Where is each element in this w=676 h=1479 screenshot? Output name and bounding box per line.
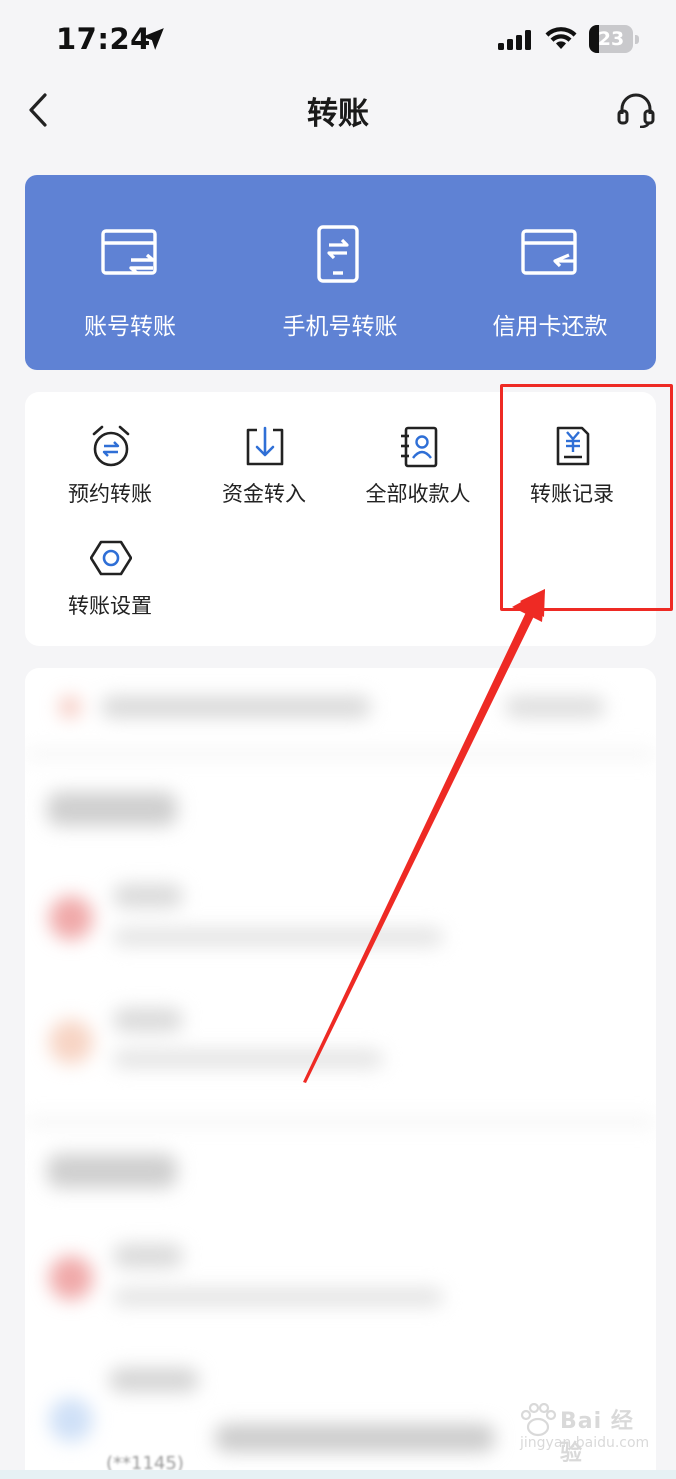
scheduled-transfer-label: 预约转账 (68, 482, 152, 506)
blurred-content (25, 668, 656, 1479)
wifi-icon (545, 27, 577, 49)
transfer-settings-label: 转账设置 (68, 594, 152, 618)
hexagon-settings-icon (90, 540, 132, 576)
funds-in-label: 资金转入 (222, 482, 306, 506)
all-payees-button[interactable]: 全部收款人 (341, 424, 495, 524)
credit-card-repay-label: 信用卡还款 (492, 314, 608, 340)
watermark-sub-text: jingyan.baidu.com (520, 1435, 650, 1451)
phone-transfer-icon (317, 225, 359, 283)
alarm-clock-icon (92, 425, 130, 467)
paw-logo-icon (520, 1403, 557, 1437)
contact-book-icon (401, 426, 438, 468)
baidu-jingyan-watermark: Bai 经验 jingyan.baidu.com (518, 1403, 650, 1466)
transfer-hero-panel: 账号转账 手机号转账 信用卡还款 (25, 175, 656, 370)
nav-bar: 转账 (0, 80, 676, 140)
recent-payees-card (25, 668, 656, 1479)
scheduled-transfer-button[interactable]: 预约转账 (33, 424, 187, 524)
status-bar: 17:24 23 (0, 0, 676, 80)
phone-transfer-button[interactable]: 手机号转账 (235, 175, 445, 370)
headset-support-icon[interactable] (616, 92, 656, 128)
bottom-strip (0, 1470, 676, 1479)
status-time: 17:24 (56, 22, 151, 56)
download-box-icon (246, 426, 284, 466)
credit-card-repay-icon (521, 229, 577, 275)
transfer-settings-button[interactable]: 转账设置 (33, 536, 187, 636)
account-transfer-button[interactable]: 账号转账 (25, 175, 235, 370)
card-transfer-icon (101, 229, 157, 275)
cellular-signal-icon (498, 30, 531, 50)
battery-icon: 23 (589, 25, 639, 53)
page-title: 转账 (307, 96, 369, 132)
location-arrow-icon (142, 28, 164, 50)
funds-in-button[interactable]: 资金转入 (187, 424, 341, 524)
highlight-box (500, 384, 673, 611)
battery-level-text: 23 (597, 28, 625, 50)
all-payees-label: 全部收款人 (365, 482, 471, 506)
phone-transfer-label: 手机号转账 (282, 314, 398, 340)
account-transfer-label: 账号转账 (84, 314, 176, 340)
credit-card-repay-button[interactable]: 信用卡还款 (445, 175, 655, 370)
